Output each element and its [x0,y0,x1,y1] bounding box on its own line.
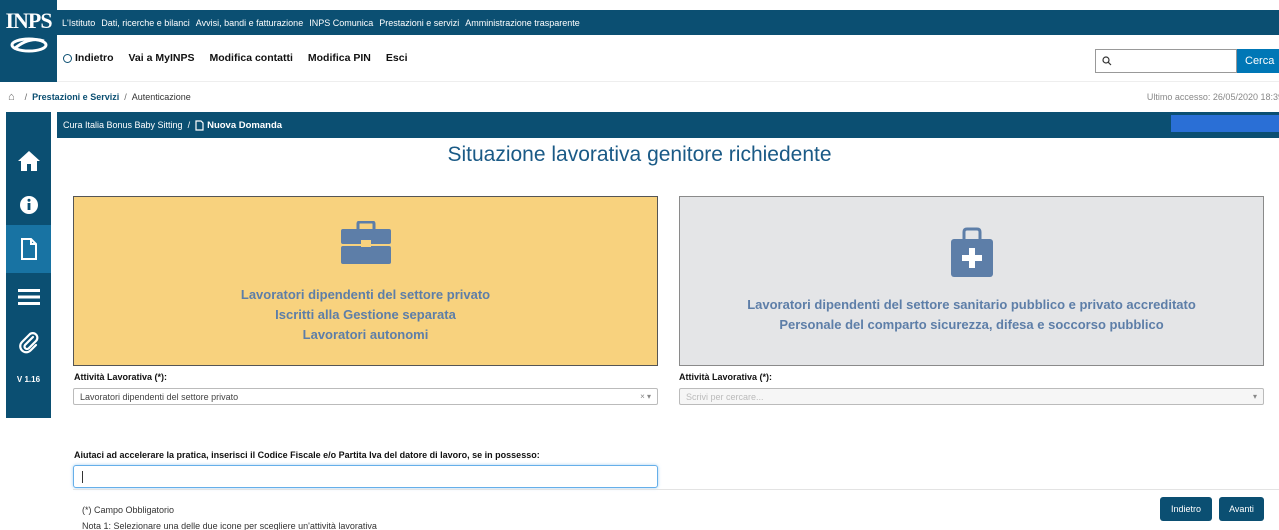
app-version: V 1.16 [16,375,41,384]
logo-text: INPS [5,8,52,33]
next-button[interactable]: Avanti [1219,497,1264,521]
top-nav-comunica[interactable]: INPS Comunica [309,18,373,28]
briefcase-icon [340,221,391,264]
card-private-sector[interactable]: Lavoratori dipendenti del settore privat… [73,196,658,366]
user-badge [1171,115,1279,132]
cf-label: Aiutaci ad accelerare la pratica, inseri… [74,450,540,460]
top-nav-istituto[interactable]: L'Istituto [62,18,95,28]
home-icon[interactable]: ⌂ [8,91,15,103]
service-name[interactable]: Cura Italia Bonus Baby Sitting [63,120,183,130]
sidebar-item-info[interactable] [6,185,51,225]
edit-contacts-link[interactable]: Modifica contatti [209,52,292,64]
card-line: Lavoratori dipendenti del settore privat… [240,287,491,302]
card-line: Lavoratori dipendenti del settore sanita… [747,297,1196,312]
required-note: (*) Campo Obbligatorio [82,505,175,515]
activity-label-right: Attività Lavorativa (*): [679,372,773,382]
search-icon [1102,56,1112,66]
top-nav-dati[interactable]: Dati, ricerche e bilanci [101,18,190,28]
activity-select-placeholder: Scrivi per cercare... [686,391,764,402]
top-nav-prestazioni[interactable]: Prestazioni e servizi [379,18,459,28]
divider [73,489,1279,490]
breadcrumb-separator: / [124,92,127,102]
back-link-label: Indietro [75,52,114,64]
top-nav-trasparente[interactable]: Amministrazione trasparente [465,18,580,28]
breadcrumb-separator: / [187,120,191,130]
document-icon [20,238,37,260]
employer-tax-code-input[interactable] [73,465,658,488]
card-line: Personale del comparto sicurezza, difesa… [779,317,1164,332]
menu-icon [17,289,40,305]
text-caret [82,471,83,483]
search-input[interactable] [1095,49,1237,73]
card-line: Iscritti alla Gestione separata [275,307,456,322]
inps-logo[interactable]: INPS [0,0,57,82]
breadcrumb-separator: / [24,92,28,102]
arrow-left-circle-icon [63,53,72,63]
card-line: Lavoratori autonomi [302,327,429,342]
top-nav: L'Istituto Dati, ricerche e bilanci Avvi… [57,10,1279,35]
page-name: Nuova Domanda [207,119,283,131]
edit-pin-link[interactable]: Modifica PIN [308,52,371,64]
note-1: Nota 1: Selezionare una delle due icone … [82,521,377,530]
last-access: Ultimo accesso: 26/05/2020 18:39 [1146,92,1279,102]
logout-link[interactable]: Esci [386,52,408,64]
myinps-link[interactable]: Vai a MyINPS [129,52,195,64]
sidebar-item-attachments[interactable] [6,321,51,365]
activity-select-value: Lavoratori dipendenti del settore privat… [80,391,239,402]
top-nav-avvisi[interactable]: Avvisi, bandi e fatturazione [196,18,303,28]
breadcrumb-section[interactable]: Prestazioni e Servizi [32,92,119,102]
service-breadcrumb: Cura Italia Bonus Baby Sitting / Nuova D… [57,112,1279,138]
file-icon [195,119,204,131]
activity-select-right[interactable]: Scrivi per cercare... ▾ [679,388,1264,405]
back-link[interactable]: Indietro [63,52,114,64]
info-icon [19,196,38,214]
activity-select-left[interactable]: Lavoratori dipendenti del settore privat… [73,388,658,405]
chevron-down-icon: ▾ [1252,392,1257,401]
page-title: Situazione lavorativa genitore richieden… [447,143,832,166]
search-button[interactable]: Cerca [1237,49,1279,73]
sidebar-item-document[interactable] [6,225,51,273]
sidebar-item-menu[interactable] [6,273,51,321]
breadcrumb: ⌂ / Prestazioni e Servizi / Autenticazio… [0,87,1279,107]
breadcrumb-current: Autenticazione [131,92,191,102]
logo-emblem-icon [10,37,47,53]
card-health-sector[interactable]: Lavoratori dipendenti del settore sanita… [679,196,1264,366]
clear-and-chevron-icon[interactable]: × ▾ [640,392,651,401]
back-button[interactable]: Indietro [1160,497,1212,521]
activity-label-left: Attività Lavorativa (*): [74,372,168,382]
paperclip-icon [18,332,38,354]
medical-kit-icon [950,227,993,277]
